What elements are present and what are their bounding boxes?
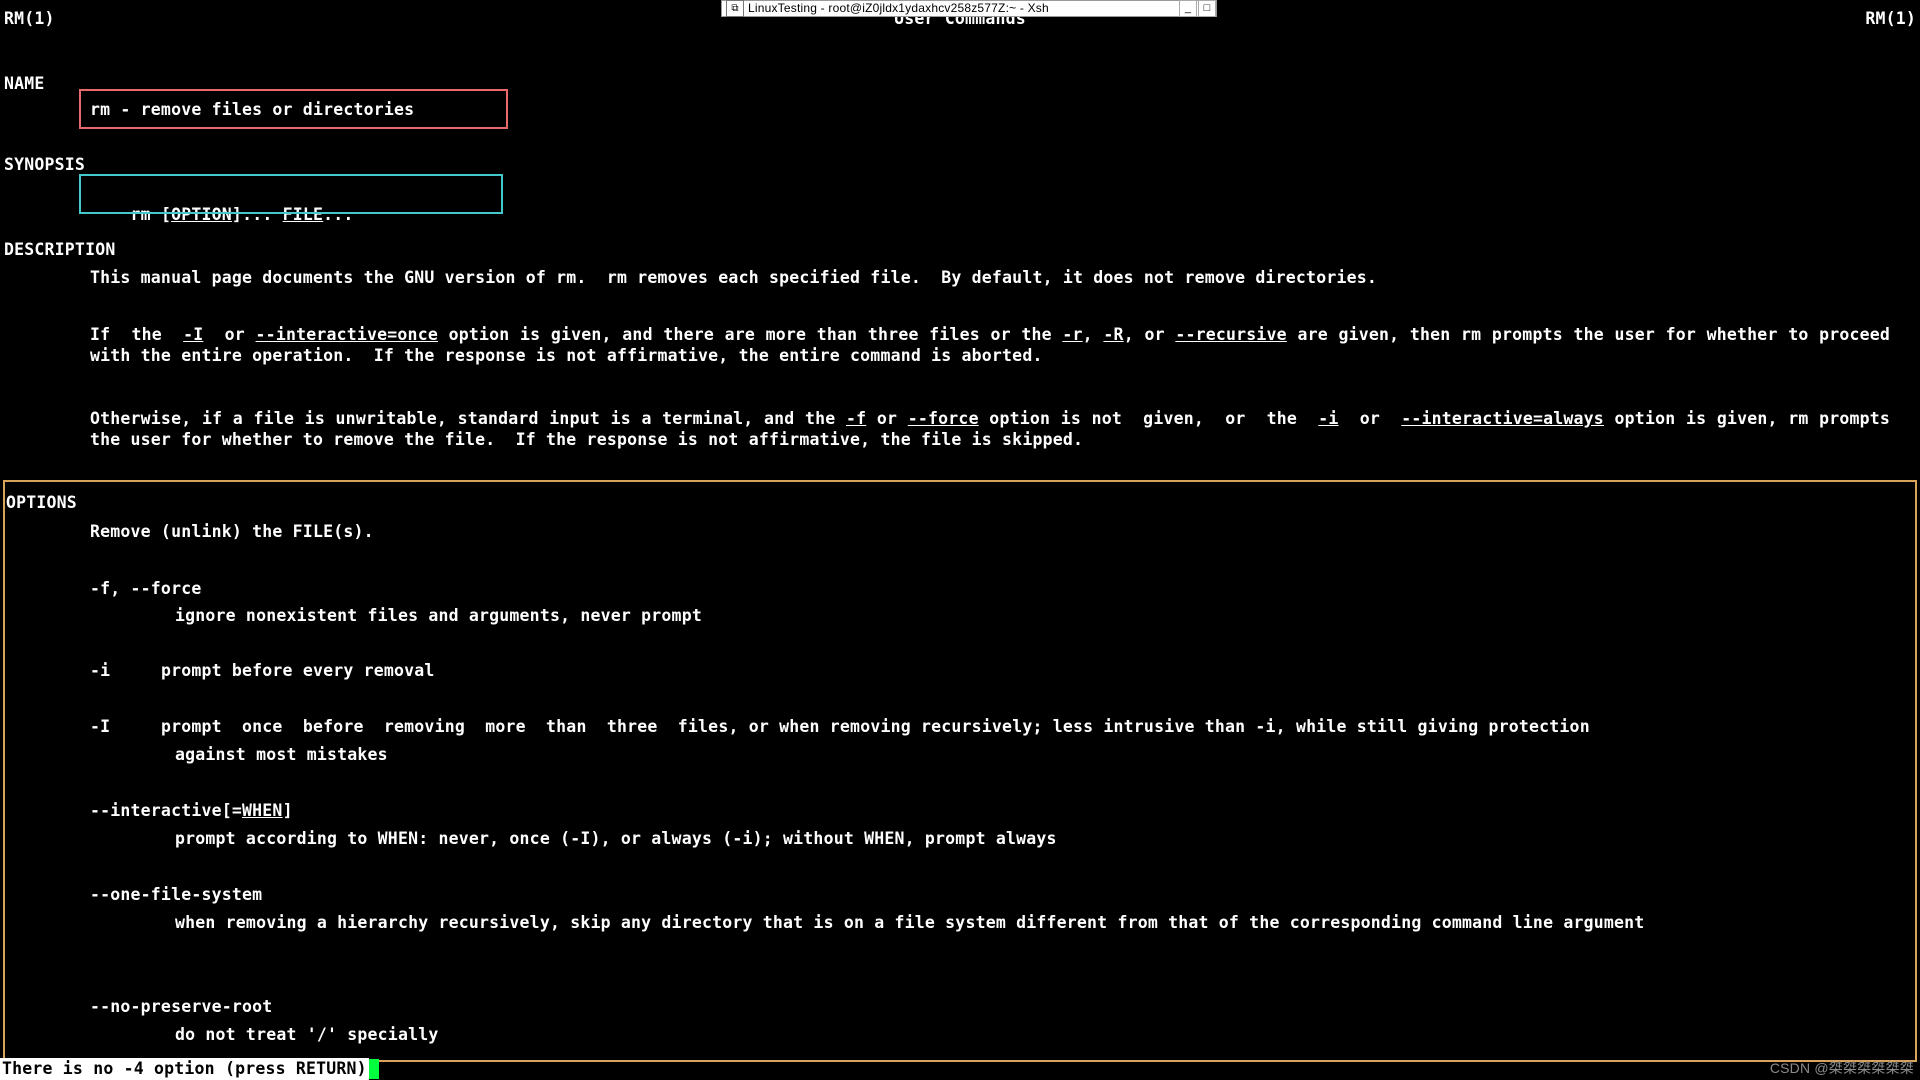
option-f-desc: ignore nonexistent files and arguments, … [175, 605, 702, 626]
synopsis-dots1: ... [242, 205, 272, 224]
t: option is given, and there are more than… [438, 325, 1062, 344]
terminal-screen: RM(1) User Commands RM(1) ⧉ LinuxTesting… [0, 0, 1920, 1080]
watermark: CSDN @桀桀桀桀桀桀 [1770, 1058, 1914, 1079]
section-heading-description: DESCRIPTION [4, 239, 115, 260]
synopsis-dots2: ... [323, 205, 353, 224]
opt-i: -i [1318, 409, 1338, 428]
synopsis-option: OPTION [171, 205, 232, 224]
synopsis-line: rm [OPTION]... FILE... [90, 183, 354, 247]
synopsis-file: FILE [283, 205, 324, 224]
section-heading-name: NAME [4, 73, 45, 94]
option-I-desc2: against most mistakes [175, 744, 388, 765]
option-no-preserve-root-flag: --no-preserve-root [90, 996, 272, 1017]
description-para2: If the -I or --interactive=once option i… [90, 324, 1890, 366]
header-left: RM(1) [4, 8, 55, 29]
t: prompt before every removal [161, 661, 435, 680]
highlight-box-options [3, 480, 1917, 1062]
t: option is not given, or the [979, 409, 1319, 428]
synopsis-cmd: rm [131, 205, 151, 224]
description-line1: This manual page documents the GNU versi… [90, 267, 1377, 288]
t: or [1339, 409, 1402, 428]
app-icon: ⧉ [726, 0, 744, 17]
opt-interactive-once: --interactive=once [256, 325, 438, 344]
opt-r: -r [1062, 325, 1082, 344]
opt-force: --force [908, 409, 979, 428]
t: or [866, 409, 907, 428]
window-titlebar[interactable]: ⧉ LinuxTesting - root@iZ0jldx1ydaxhcv258… [722, 1, 1216, 16]
name-line: rm - remove files or directories [90, 99, 414, 120]
opt-interactive-always: --interactive=always [1401, 409, 1604, 428]
opt-I: -I [183, 325, 203, 344]
opt-f: -f [846, 409, 866, 428]
option-i-flag: -i prompt before every removal [90, 660, 435, 681]
option-no-preserve-root-desc: do not treat '/' specially [175, 1024, 438, 1045]
description-para3: Otherwise, if a file is unwritable, stan… [90, 408, 1890, 450]
option-interactive-flag: --interactive[=WHEN] [90, 800, 293, 821]
minimize-button[interactable]: _ [1179, 0, 1197, 17]
t: or [203, 325, 255, 344]
t: prompt once before removing more than th… [161, 717, 1590, 736]
option-one-file-system-desc: when removing a hierarchy recursively, s… [175, 912, 1890, 933]
option-interactive-desc: prompt according to WHEN: never, once (-… [175, 828, 1057, 849]
t: If the [90, 325, 183, 344]
header-right: RM(1) [1865, 8, 1916, 29]
option-f-flag: -f, --force [90, 578, 201, 599]
option-I-flag: -I prompt once before removing more than… [90, 716, 1590, 737]
section-heading-options: OPTIONS [6, 492, 77, 513]
t: WHEN [242, 801, 283, 820]
status-bar[interactable]: There is no -4 option (press RETURN) [0, 1058, 1920, 1080]
t: Otherwise, if a file is unwritable, stan… [90, 409, 846, 428]
t: -i [90, 661, 110, 680]
opt-R: -R [1103, 325, 1123, 344]
t: --interactive[= [90, 801, 242, 820]
options-intro: Remove (unlink) the FILE(s). [90, 521, 374, 542]
t: ] [283, 801, 293, 820]
opt-recursive: --recursive [1175, 325, 1286, 344]
status-message: There is no -4 option (press RETURN) [0, 1058, 369, 1079]
t: , or [1124, 325, 1176, 344]
section-heading-synopsis: SYNOPSIS [4, 154, 85, 175]
option-one-file-system-flag: --one-file-system [90, 884, 262, 905]
t: -I [90, 717, 110, 736]
maximize-button[interactable]: □ [1198, 0, 1216, 17]
t: , [1083, 325, 1104, 344]
cursor [369, 1059, 379, 1079]
window-title: LinuxTesting - root@iZ0jldx1ydaxhcv258z5… [748, 1, 1049, 16]
